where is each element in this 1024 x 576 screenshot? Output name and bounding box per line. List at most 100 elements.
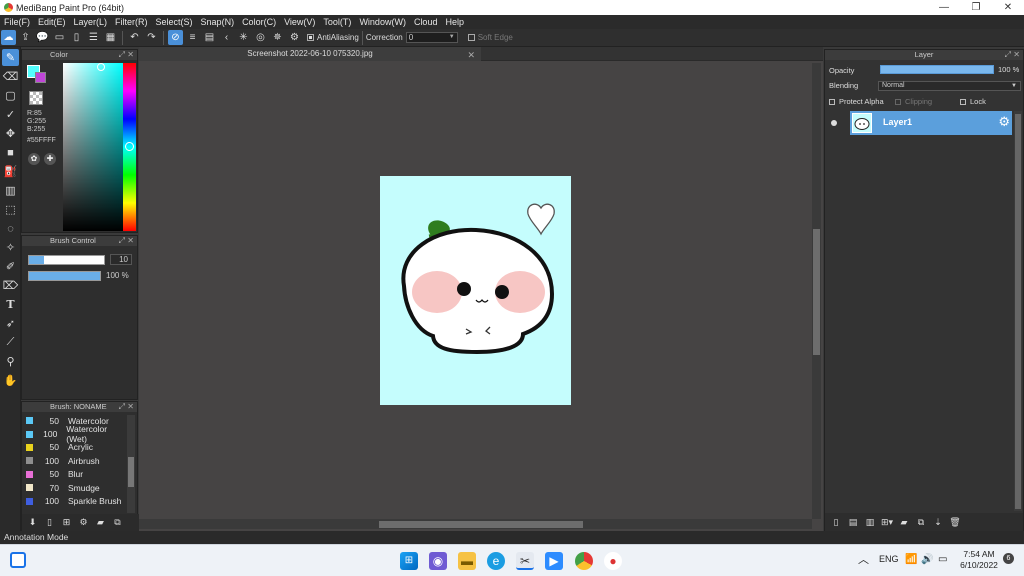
gear-icon[interactable]: ⚙ <box>998 114 1010 130</box>
hand-tool-icon[interactable]: ✋ <box>2 372 19 389</box>
new-layer-icon[interactable]: ▯ <box>829 516 843 529</box>
text-tool-icon[interactable]: T <box>2 296 19 313</box>
hue-cursor[interactable] <box>125 142 134 151</box>
page-icon[interactable]: ▯ <box>69 30 84 45</box>
notification-badge[interactable]: 6 <box>1003 553 1014 564</box>
background-color-swatch[interactable] <box>35 72 46 83</box>
brush-item[interactable]: 100 Airbrush <box>22 454 126 467</box>
menu-filter[interactable]: Filter(R) <box>111 17 152 27</box>
trash-icon[interactable]: 🗑 <box>948 516 962 529</box>
snipping-tool-icon[interactable]: ✂ <box>516 552 534 570</box>
menu-color[interactable]: Color(C) <box>238 17 280 27</box>
clock[interactable]: 7:54 AM 6/10/2022 <box>958 549 1000 571</box>
chrome-icon[interactable] <box>575 552 593 570</box>
brush-settings-icon[interactable]: ⚙ <box>76 516 91 529</box>
select-tool-icon[interactable]: ⬚ <box>2 201 19 218</box>
brush-item[interactable]: 100 Sparkle Brush <box>22 494 126 507</box>
brush-size-value[interactable]: 10 <box>110 254 132 265</box>
fill-rect-tool-icon[interactable]: ■ <box>2 144 19 161</box>
chat-icon[interactable]: ◉ <box>429 552 447 570</box>
grid-icon[interactable]: ▦ <box>103 30 118 45</box>
clipping-toggle[interactable]: Clipping <box>895 97 932 106</box>
document-tab[interactable]: Screenshot 2022-06-10 075320.jpg ✕ <box>139 47 481 61</box>
scrollbar-thumb[interactable] <box>128 457 134 487</box>
menu-file[interactable]: File(F) <box>0 17 34 27</box>
clipping-checkbox[interactable] <box>895 99 901 106</box>
antialiasing-checkbox[interactable] <box>307 34 314 41</box>
protect-alpha-toggle[interactable]: Protect Alpha <box>829 97 884 106</box>
minimize-button[interactable]: — <box>928 0 960 15</box>
lock-checkbox[interactable] <box>960 99 966 106</box>
snap-grid-icon[interactable]: ▤ <box>202 30 217 45</box>
brush-list-scrollbar[interactable] <box>127 415 135 513</box>
eraser-tool-icon[interactable]: ⌫ <box>2 68 19 85</box>
duplicate-icon[interactable]: ⧉ <box>110 516 125 529</box>
select-eraser-icon[interactable]: ⌦ <box>2 277 19 294</box>
close-icon[interactable]: ✕ <box>467 48 475 62</box>
menu-window[interactable]: Window(W) <box>355 17 410 27</box>
divide-tool-icon[interactable]: ⟋ <box>2 334 19 351</box>
add-brush-icon[interactable]: ⊞ <box>59 516 74 529</box>
drawing-canvas[interactable] <box>380 176 571 405</box>
snap-parallel-icon[interactable]: ≡ <box>185 30 200 45</box>
close-button[interactable]: ✕ <box>992 0 1024 15</box>
palette-add-icon[interactable]: ✚ <box>44 153 56 165</box>
edge-icon[interactable]: e <box>487 552 505 570</box>
file-explorer-icon[interactable]: ▬ <box>458 552 476 570</box>
medibang-icon[interactable]: ● <box>604 552 622 570</box>
menu-cloud[interactable]: Cloud <box>410 17 442 27</box>
menu-layer[interactable]: Layer(L) <box>70 17 112 27</box>
vertical-scrollbar[interactable] <box>812 63 821 519</box>
duplicate-layer-icon[interactable]: ⧉ <box>914 516 928 529</box>
layer-opacity-slider[interactable] <box>880 65 994 74</box>
undo-icon[interactable]: ↶ <box>127 30 142 45</box>
wifi-icon[interactable]: 📶 <box>905 554 917 565</box>
volume-icon[interactable]: 🔊 <box>921 554 933 565</box>
brush-tool-icon[interactable]: ✎ <box>2 49 19 66</box>
snap-off-icon[interactable]: ⊘ <box>168 30 183 45</box>
layer-row[interactable]: Layer1 ⚙ <box>850 111 1012 135</box>
snap-circle-icon[interactable]: ◎ <box>253 30 268 45</box>
move-tool-icon[interactable]: ✥ <box>2 125 19 142</box>
maximize-button[interactable]: ❐ <box>960 0 992 15</box>
soft-edge-checkbox[interactable] <box>467 34 475 41</box>
comment-icon[interactable]: 💬 <box>35 30 50 45</box>
lock-toggle[interactable]: Lock <box>960 97 986 106</box>
bucket-tool-icon[interactable]: ⛽ <box>2 163 19 180</box>
add-layer-menu-icon[interactable]: ⊞▾ <box>880 516 894 529</box>
protect-alpha-checkbox[interactable] <box>829 99 835 106</box>
new-halftone-layer-icon[interactable]: ▤ <box>846 516 860 529</box>
folder-icon[interactable]: ▰ <box>897 516 911 529</box>
new-brush-icon[interactable]: ▯ <box>42 516 57 529</box>
menu-select[interactable]: Select(S) <box>152 17 197 27</box>
language-indicator[interactable]: ENG <box>879 554 899 564</box>
new-8bit-layer-icon[interactable]: ▥ <box>863 516 877 529</box>
cloud-download-icon[interactable]: ⬇ <box>25 516 40 529</box>
lasso-tool-icon[interactable]: ◌ <box>2 220 19 237</box>
brush-item[interactable]: 70 Smudge <box>22 481 126 494</box>
scrollbar-thumb[interactable] <box>379 521 583 528</box>
snap-radial-icon[interactable]: ✳ <box>236 30 251 45</box>
correction-select[interactable]: 0 ▼ <box>405 32 458 43</box>
panel-close-icon[interactable]: ⤢ ✕ <box>119 236 134 246</box>
share-icon[interactable]: ⇪ <box>18 30 33 45</box>
snap-perspective-icon[interactable]: ‹ <box>219 30 234 45</box>
hue-slider[interactable] <box>123 63 136 231</box>
menu-edit[interactable]: Edit(E) <box>34 17 70 27</box>
folder-icon[interactable]: ▰ <box>93 516 108 529</box>
page-list-icon[interactable]: ☰ <box>86 30 101 45</box>
menu-help[interactable]: Help <box>441 17 468 27</box>
cloud-icon[interactable]: ☁ <box>1 30 16 45</box>
rectangle-tool-icon[interactable]: ▢ <box>2 87 19 104</box>
blending-select[interactable]: Normal ▼ <box>878 81 1021 91</box>
horizontal-scrollbar[interactable] <box>139 519 812 529</box>
brush-size-slider[interactable] <box>28 255 105 265</box>
sv-cursor[interactable] <box>97 63 105 71</box>
saturation-value-picker[interactable] <box>63 63 123 231</box>
windows-start-icon[interactable]: ⊞ <box>400 552 418 570</box>
transparent-color-swatch[interactable] <box>29 91 43 105</box>
operation-tool-icon[interactable]: ➶ <box>2 315 19 332</box>
gradient-tool-icon[interactable]: ▥ <box>2 182 19 199</box>
panel-close-icon[interactable]: ⤢ ✕ <box>1005 50 1020 60</box>
panel-close-icon[interactable]: ⤢ ✕ <box>119 402 134 412</box>
